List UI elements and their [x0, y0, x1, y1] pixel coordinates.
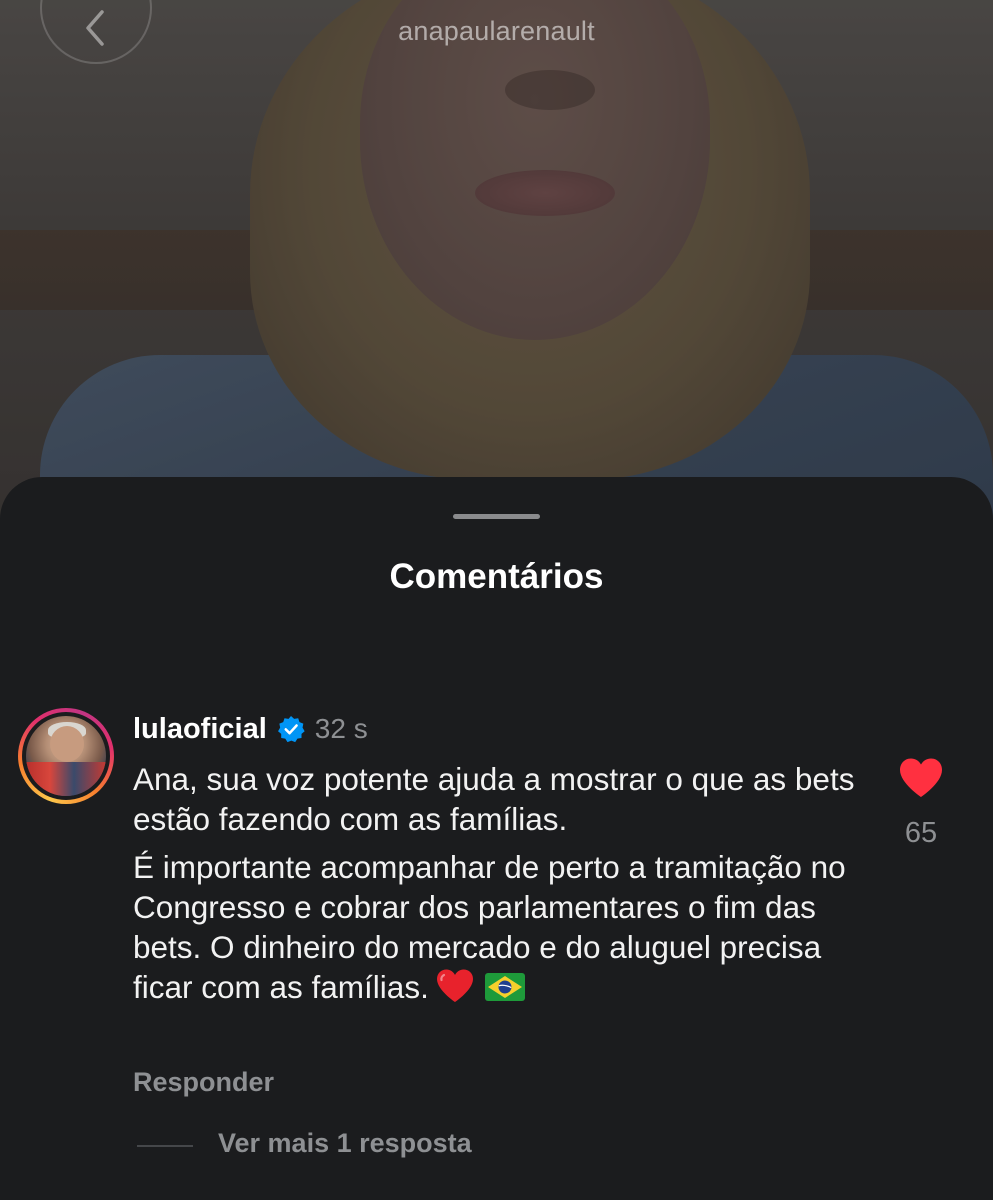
brazil-flag-emoji	[484, 973, 525, 1001]
comment-paragraph: Ana, sua voz potente ajuda a mostrar o q…	[133, 761, 855, 837]
avatar-crowd	[26, 762, 106, 796]
video-author-username[interactable]: anapaularenault	[0, 16, 993, 47]
avatar[interactable]	[18, 708, 114, 804]
avatar-gap	[22, 712, 110, 800]
verified-badge-icon	[277, 716, 305, 743]
screen: anapaularenault Comentários lulaoficial …	[0, 0, 993, 1200]
replies-divider	[137, 1145, 193, 1147]
avatar-head	[50, 726, 84, 762]
view-replies-button[interactable]: Ver mais 1 resposta	[218, 1128, 472, 1159]
sheet-title: Comentários	[389, 557, 604, 596]
heart-icon[interactable]	[898, 757, 944, 799]
comment-header: lulaoficial 32 s	[133, 709, 368, 749]
comments-sheet: Comentários lulaoficial 32 s Ana, sua vo…	[0, 477, 993, 1200]
red-heart-emoji	[436, 969, 473, 1002]
comment-timestamp: 32 s	[314, 713, 368, 744]
avatar-photo	[26, 716, 106, 796]
comment-username[interactable]: lulaoficial	[133, 713, 267, 746]
video-background	[0, 0, 993, 560]
sheet-grabber[interactable]	[453, 514, 540, 519]
like-count: 65	[904, 817, 938, 849]
comment-paragraph-with-emojis: É importante acompanhar de perto a trami…	[133, 847, 873, 1007]
reply-button[interactable]: Responder	[133, 1067, 274, 1098]
comment-text: Ana, sua voz potente ajuda a mostrar o q…	[133, 759, 873, 1007]
video-dim-overlay	[0, 0, 993, 560]
